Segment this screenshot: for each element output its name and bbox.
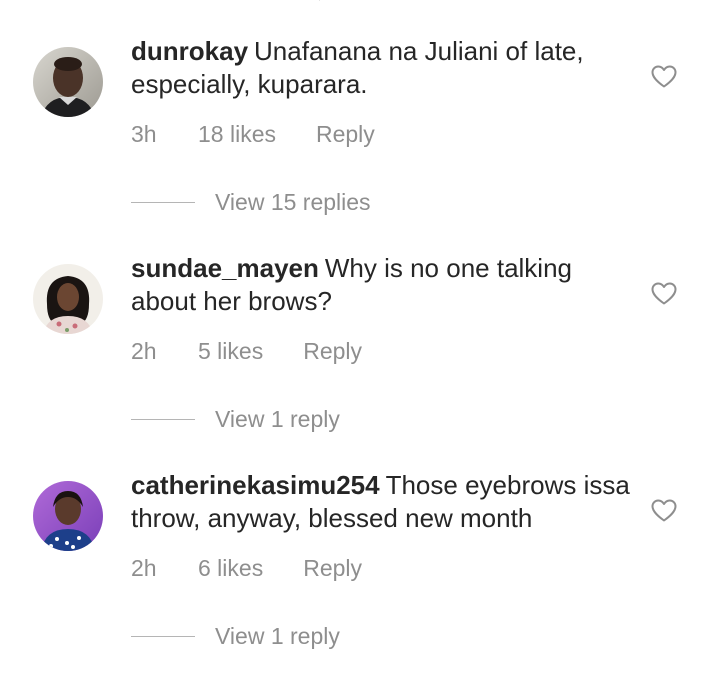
comment-item: sundae_mayenWhy is no one talking about … (0, 264, 720, 481)
heart-outline-icon[interactable] (651, 65, 677, 89)
avatar[interactable] (33, 481, 103, 551)
comment-item: catherinekasimu254Those eyebrows issa th… (0, 481, 720, 698)
comment-meta: 2h 5 likes Reply (131, 338, 362, 365)
comment-text: catherinekasimu254Those eyebrows issa th… (131, 469, 631, 535)
comment-time: 2h (131, 338, 198, 365)
comment-username[interactable]: sundae_mayen (131, 253, 319, 283)
reply-button[interactable]: Reply (303, 555, 362, 582)
view-replies-label: View 1 reply (215, 623, 340, 650)
view-replies-button[interactable]: View 1 reply (131, 406, 340, 433)
heart-outline-icon[interactable] (651, 499, 677, 523)
divider-line (131, 202, 195, 203)
divider-line (131, 419, 195, 420)
comment-likes[interactable]: 5 likes (198, 338, 263, 365)
view-replies-button[interactable]: View 15 replies (131, 189, 371, 216)
comment-text: dunrokayUnafanana na Juliani of late, es… (131, 35, 631, 101)
avatar[interactable] (33, 264, 103, 334)
view-replies-label: View 1 reply (215, 406, 340, 433)
divider-line (131, 636, 195, 637)
comment-time: 3h (131, 121, 198, 148)
view-replies-button[interactable]: View 1 reply (131, 623, 340, 650)
comment-meta: 3h 18 likes Reply (131, 121, 375, 148)
comment-item: dunrokayUnafanana na Juliani of late, es… (0, 47, 720, 264)
comment-likes[interactable]: 18 likes (198, 121, 276, 148)
comment-likes[interactable]: 6 likes (198, 555, 263, 582)
reply-button[interactable]: Reply (303, 338, 362, 365)
comment-meta: 2h 6 likes Reply (131, 555, 362, 582)
comment-username[interactable]: dunrokay (131, 36, 248, 66)
avatar[interactable] (33, 47, 103, 117)
comment-username[interactable]: catherinekasimu254 (131, 470, 380, 500)
heart-outline-icon[interactable] (651, 282, 677, 306)
comment-time: 2h (131, 555, 198, 582)
comment-text: sundae_mayenWhy is no one talking about … (131, 252, 631, 318)
view-replies-label: View 15 replies (215, 189, 371, 216)
reply-button[interactable]: Reply (316, 121, 375, 148)
